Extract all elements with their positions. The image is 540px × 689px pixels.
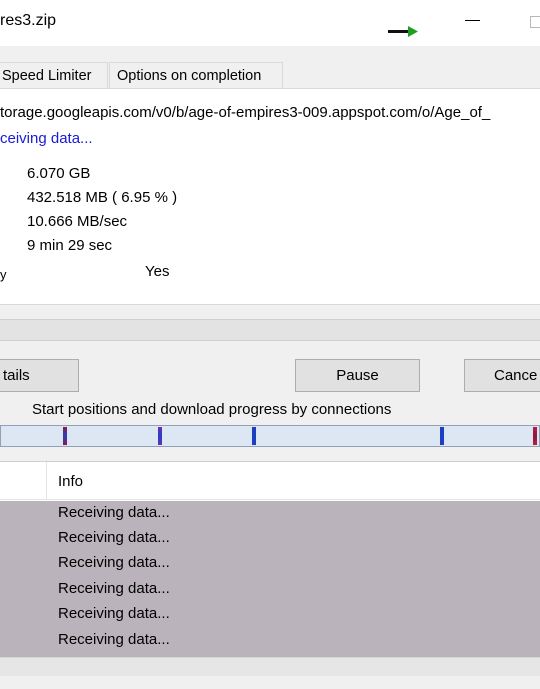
list-item[interactable]: Receiving data... — [0, 577, 540, 602]
connections-caption: Start positions and download progress by… — [32, 401, 392, 418]
row-info: Receiving data... — [58, 504, 170, 521]
download-info-panel: torage.googleapis.com/v0/b/age-of-empire… — [0, 88, 540, 305]
time-left-value: 9 min 29 sec — [27, 237, 113, 254]
row-info: Receiving data... — [58, 631, 170, 648]
tab-speed-limiter[interactable]: Speed Limiter — [0, 62, 108, 89]
row-info: Receiving data... — [58, 554, 170, 571]
maximize-button[interactable] — [530, 16, 540, 28]
downloaded-value: 432.518 MB ( 6.95 % ) — [27, 189, 178, 206]
connection-marker — [533, 427, 537, 445]
resume-label-fragment: y — [0, 267, 7, 282]
column-header-info[interactable]: Info — [58, 473, 83, 490]
connection-marker — [440, 427, 444, 445]
window-title: res3.zip — [0, 12, 57, 29]
list-item[interactable]: Receiving data... — [0, 501, 540, 526]
cancel-button[interactable]: Cance — [464, 359, 540, 392]
connections-progress-bar — [0, 425, 540, 447]
tab-label: Options on completion — [117, 68, 262, 84]
list-item[interactable]: Receiving data... — [0, 526, 540, 551]
resume-capability-value: Yes — [145, 263, 170, 280]
connection-marker — [63, 427, 67, 445]
list-item[interactable]: Receiving data... — [0, 602, 540, 627]
transfer-rate-value: 10.666 MB/sec — [27, 213, 128, 230]
row-info: Receiving data... — [58, 529, 170, 546]
download-arrow-icon — [388, 26, 418, 37]
horizontal-scrollbar[interactable] — [0, 657, 540, 676]
list-item[interactable]: Receiving data... — [0, 551, 540, 576]
log-rows: Receiving data... Receiving data... Rece… — [0, 501, 540, 659]
row-info: Receiving data... — [58, 580, 170, 597]
tab-options-on-completion[interactable]: Options on completion — [109, 62, 283, 89]
download-status: ceiving data... — [0, 130, 93, 147]
file-size-value: 6.070 GB — [27, 165, 91, 182]
progress-bar — [0, 319, 540, 341]
connections-log-list: Info Receiving data... Receiving data...… — [0, 461, 540, 662]
list-item[interactable]: Receiving data... — [0, 628, 540, 653]
connection-marker — [252, 427, 256, 445]
column-separator[interactable] — [46, 462, 47, 500]
connection-marker — [158, 427, 162, 445]
tab-label: Speed Limiter — [2, 68, 92, 84]
minimize-button[interactable] — [458, 6, 488, 36]
download-url: torage.googleapis.com/v0/b/age-of-empire… — [0, 104, 491, 121]
row-info: Receiving data... — [58, 605, 170, 622]
title-bar: res3.zip — [0, 0, 540, 46]
details-button[interactable]: tails — [0, 359, 79, 392]
pause-button[interactable]: Pause — [295, 359, 420, 392]
list-header: Info — [0, 462, 540, 500]
